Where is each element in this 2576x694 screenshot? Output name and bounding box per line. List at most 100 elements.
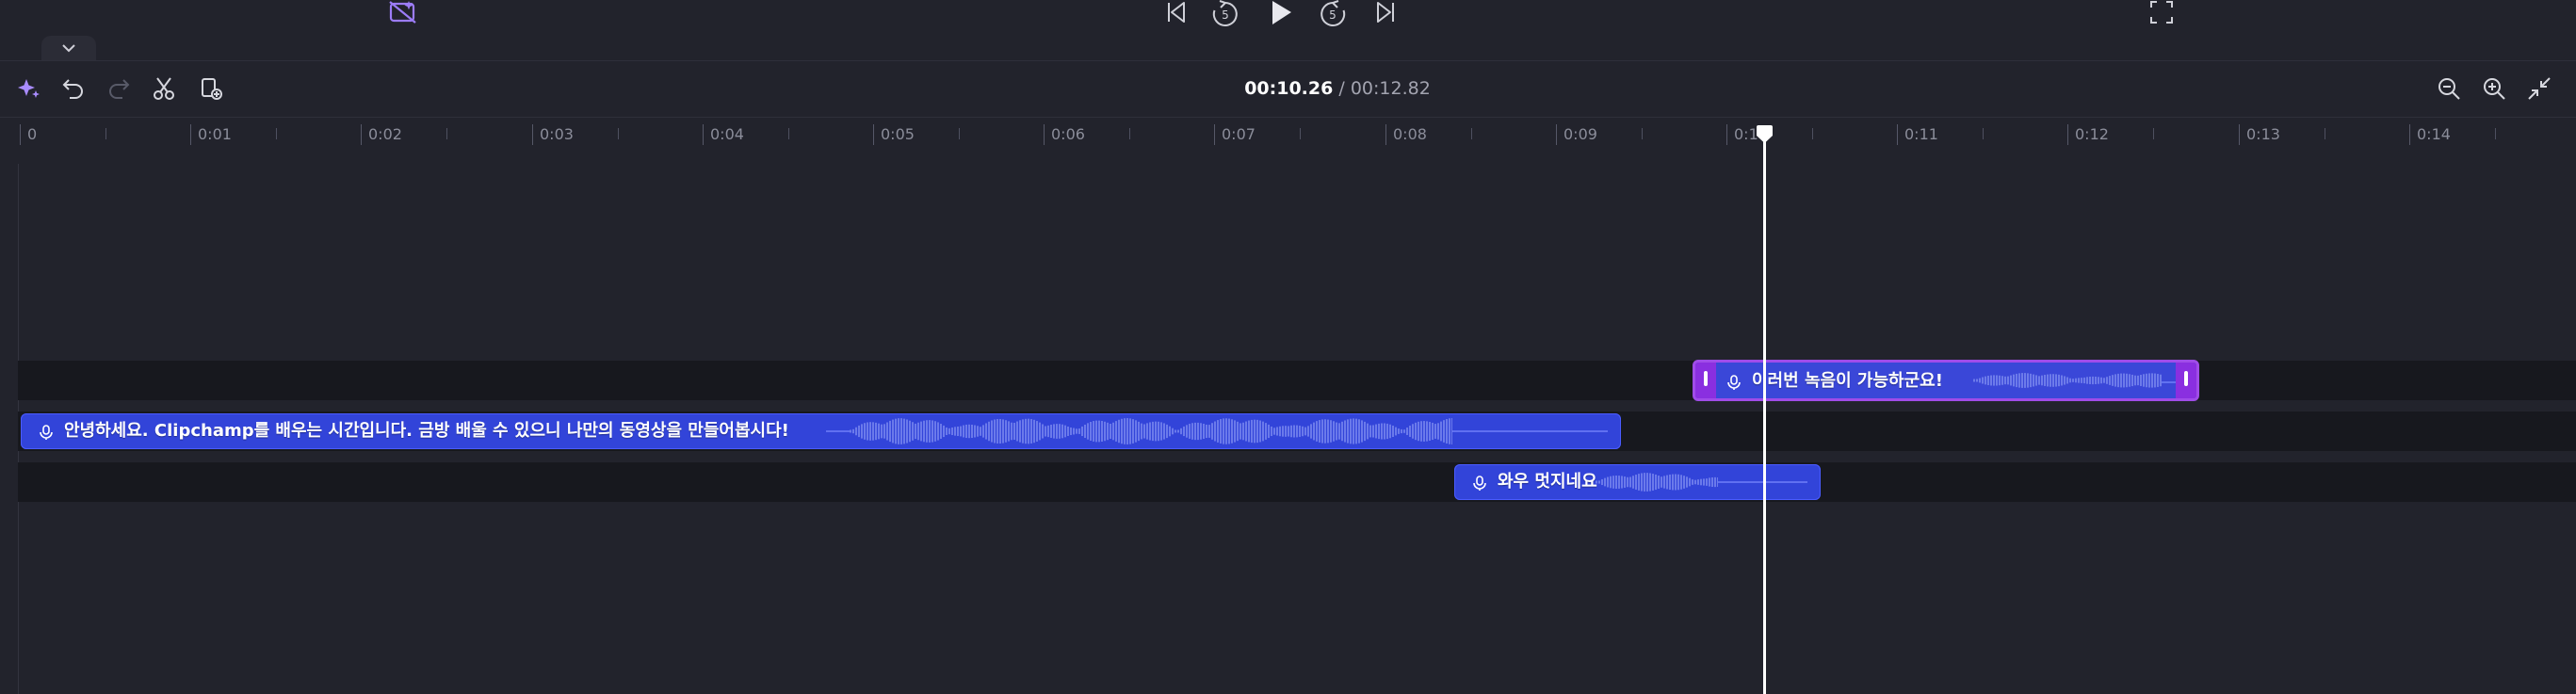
waveform-bar <box>1191 423 1193 440</box>
waveform-bar <box>2021 373 2023 388</box>
fit-to-screen-icon[interactable] <box>2526 75 2552 102</box>
waveform-bar <box>1299 426 1301 437</box>
waveform-bar <box>977 426 979 437</box>
waveform-bar <box>1652 474 1654 491</box>
ruler-tick <box>361 124 362 145</box>
waveform-bar <box>861 424 863 439</box>
waveform-bar <box>1409 426 1411 437</box>
undo-icon[interactable] <box>60 75 87 102</box>
waveform-bar <box>1627 476 1628 488</box>
ruler-tick <box>2409 124 2410 145</box>
ruler-label: 0:03 <box>540 125 574 143</box>
waveform-bar <box>1290 425 1292 438</box>
ruler-minor-tick <box>1129 128 1130 139</box>
ruler-minor-tick <box>1300 128 1301 139</box>
ruler-label: 0:13 <box>2246 125 2280 143</box>
waveform-bar <box>2100 377 2102 384</box>
ruler-minor-tick <box>1812 128 1813 139</box>
waveform-bar <box>2033 374 2034 387</box>
waveform-bar <box>1166 424 1168 439</box>
split-icon[interactable] <box>151 75 177 102</box>
current-time: 00:10.26 <box>1244 78 1334 99</box>
ruler-label: 0:01 <box>198 125 232 143</box>
waveform-bar <box>2035 375 2037 386</box>
waveform-bar <box>1047 425 1049 438</box>
waveform-bar <box>1316 421 1318 442</box>
playhead[interactable] <box>1763 132 1766 694</box>
waveform-bar <box>2092 376 2094 385</box>
waveform-bar <box>1355 418 1357 444</box>
waveform-bar <box>1615 476 1617 489</box>
audio-track-3[interactable] <box>18 462 2576 502</box>
waveform-bar <box>1692 479 1693 485</box>
waveform-bar <box>1019 420 1021 443</box>
waveform-bar <box>1225 418 1227 444</box>
waveform-bar <box>2016 373 2017 388</box>
redo-icon[interactable] <box>105 75 132 102</box>
waveform-bar <box>895 418 897 444</box>
waveform-bar <box>850 429 851 433</box>
waveform-bar <box>1398 428 1400 434</box>
zoom-out-icon[interactable] <box>2436 75 2462 102</box>
forward-5-icon[interactable]: 5 <box>1319 0 1347 32</box>
waveform-bar <box>923 420 925 443</box>
waveform-bar <box>1189 424 1191 439</box>
waveform-bar <box>1353 418 1354 444</box>
waveform-bar <box>946 427 948 436</box>
audio-clip[interactable]: 안녕하세요. Clipchamp를 배우는 시간입니다. 금방 배울 수 있으니… <box>21 413 1621 449</box>
waveform-bar <box>1211 423 1213 440</box>
magic-icon[interactable] <box>15 75 41 102</box>
waveform-bar <box>1268 424 1270 439</box>
waveform-bar <box>1115 421 1117 442</box>
waveform-bar <box>1022 419 1024 444</box>
waveform-bar <box>1423 421 1425 442</box>
collapse-preview-button[interactable] <box>41 36 96 60</box>
timeline-ruler[interactable]: 0 0:01 0:02 0:03 0:04 0:05 0:06 0:07 0:08 0:09 0:1… <box>0 119 2576 151</box>
ruler-minor-tick <box>1471 128 1472 139</box>
ruler-minor-tick <box>446 128 447 139</box>
waveform-bar <box>1279 426 1281 437</box>
playhead-handle[interactable] <box>1756 125 1774 144</box>
waveform-bar <box>2120 373 2122 388</box>
waveform-bar <box>1703 478 1705 486</box>
waveform-bar <box>1197 422 1199 441</box>
waveform-bar <box>1005 420 1007 443</box>
waveform-bar <box>1412 424 1414 439</box>
time-readout: 00:10.26 / 00:12.82 <box>1187 75 1488 102</box>
waveform-bar <box>886 422 888 441</box>
waveform-bar <box>900 418 902 444</box>
trim-handle-right[interactable] <box>2176 363 2196 398</box>
waveform-bar <box>1237 421 1239 442</box>
waveform-bar <box>2007 376 2009 385</box>
waveform-bar <box>1087 423 1089 440</box>
waveform-bar <box>1990 375 1992 386</box>
skip-back-icon[interactable] <box>1164 0 1189 28</box>
ruler-minor-tick <box>1642 128 1643 139</box>
zoom-in-icon[interactable] <box>2481 75 2507 102</box>
waveform-bar <box>1228 418 1230 444</box>
waveform-bar <box>2004 376 2006 385</box>
waveform-bar <box>869 422 871 441</box>
waveform-bar <box>2083 377 2085 384</box>
ruler-tick <box>1897 124 1898 145</box>
forward-seconds-label: 5 <box>1329 8 1337 22</box>
waveform-bar <box>1138 421 1140 442</box>
play-icon[interactable] <box>1268 0 1294 30</box>
fullscreen-icon[interactable] <box>2149 0 2174 28</box>
skip-forward-icon[interactable] <box>1373 0 1398 28</box>
audio-clip-selected[interactable]: 이러번 녹음이 가능하군요! <box>1693 360 2199 401</box>
captions-off-icon[interactable] <box>388 0 418 30</box>
trim-handle-left[interactable] <box>1695 363 1716 398</box>
waveform-bar <box>1129 418 1131 444</box>
rewind-5-icon[interactable]: 5 <box>1211 0 1239 32</box>
time-separator: / <box>1333 78 1351 99</box>
waveform-bar <box>1635 475 1637 490</box>
waveform-bar <box>1426 421 1428 442</box>
waveform-bar <box>1245 421 1247 442</box>
ruler-label: 0:04 <box>710 125 744 143</box>
ruler-label: 0:11 <box>1904 125 1938 143</box>
add-media-icon[interactable] <box>198 75 224 102</box>
waveform-bar <box>1152 421 1154 442</box>
waveform-bar <box>1319 420 1320 443</box>
waveform-bar <box>1039 422 1041 441</box>
